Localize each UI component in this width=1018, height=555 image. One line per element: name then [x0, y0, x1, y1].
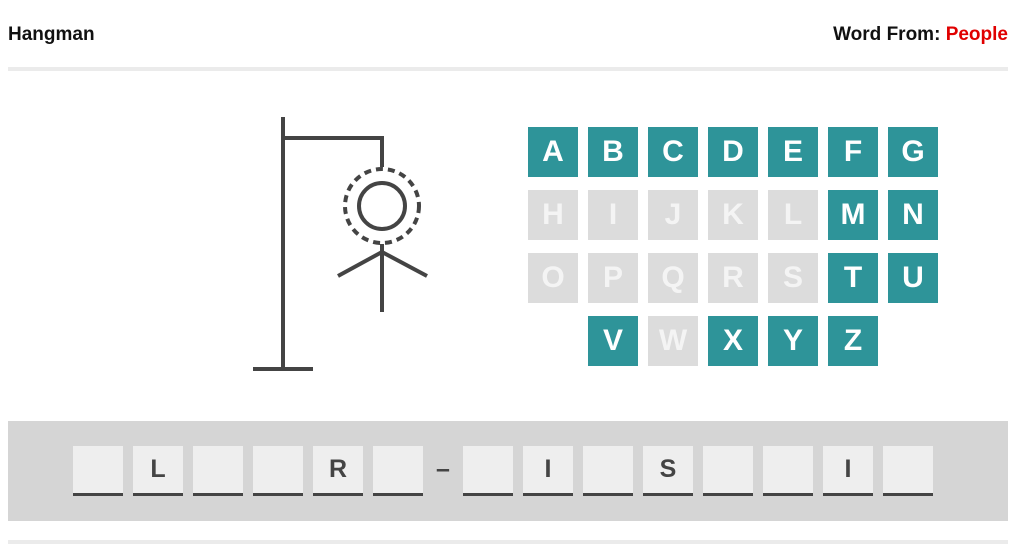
- bottom-divider: [8, 540, 1008, 544]
- letter-key-h[interactable]: H: [528, 190, 578, 240]
- letter-key-b[interactable]: B: [588, 127, 638, 177]
- letter-key-n[interactable]: N: [888, 190, 938, 240]
- letter-slot: [883, 446, 933, 496]
- letter-slot: I: [823, 446, 873, 496]
- letter-key-z[interactable]: Z: [828, 316, 878, 366]
- letter-key-g[interactable]: G: [888, 127, 938, 177]
- letter-key-f[interactable]: F: [828, 127, 878, 177]
- letter-key-w[interactable]: W: [648, 316, 698, 366]
- letter-slot: [73, 446, 123, 496]
- letter-keyboard: ABCDEFG HIJKLMN OPQRSTU VWXYZ: [528, 127, 948, 367]
- stickman-left-arm: [337, 250, 383, 278]
- letter-key-d[interactable]: D: [708, 127, 758, 177]
- letter-key-r[interactable]: R: [708, 253, 758, 303]
- top-divider: [8, 67, 1008, 71]
- letter-key-i[interactable]: I: [588, 190, 638, 240]
- letter-slot: [703, 446, 753, 496]
- letter-key-p[interactable]: P: [588, 253, 638, 303]
- letter-slot: [373, 446, 423, 496]
- letter-key-t[interactable]: T: [828, 253, 878, 303]
- letter-slot: [583, 446, 633, 496]
- word-source-label: Word From:: [833, 24, 941, 45]
- letter-slot: [253, 446, 303, 496]
- head-highlight-ring: [343, 167, 421, 245]
- word-source-category: People: [945, 24, 1008, 45]
- stickman-right-arm: [381, 250, 428, 278]
- letter-slot: R: [313, 446, 363, 496]
- letter-key-s[interactable]: S: [768, 253, 818, 303]
- letter-key-m[interactable]: M: [828, 190, 878, 240]
- letter-key-y[interactable]: Y: [768, 316, 818, 366]
- letter-key-k[interactable]: K: [708, 190, 758, 240]
- letter-slot: [193, 446, 243, 496]
- letter-key-q[interactable]: Q: [648, 253, 698, 303]
- letter-key-v[interactable]: V: [588, 316, 638, 366]
- letter-slot: L: [133, 446, 183, 496]
- letter-key-l[interactable]: L: [768, 190, 818, 240]
- letter-key-u[interactable]: U: [888, 253, 938, 303]
- letter-slot: S: [643, 446, 693, 496]
- letter-key-j[interactable]: J: [648, 190, 698, 240]
- header: Hangman Word From: People: [8, 0, 1008, 68]
- letter-key-o[interactable]: O: [528, 253, 578, 303]
- word-separator: –: [436, 455, 450, 483]
- letter-slot: [763, 446, 813, 496]
- game-title: Hangman: [8, 24, 95, 45]
- letter-key-x[interactable]: X: [708, 316, 758, 366]
- letter-key-a[interactable]: A: [528, 127, 578, 177]
- letter-slot: [463, 446, 513, 496]
- letter-slot: I: [523, 446, 573, 496]
- letter-key-e[interactable]: E: [768, 127, 818, 177]
- word-source: Word From: People: [833, 24, 1008, 46]
- hangman-drawing: [253, 117, 428, 371]
- letter-key-c[interactable]: C: [648, 127, 698, 177]
- stickman-head: [357, 181, 407, 231]
- word-display: L R – I S I: [8, 421, 1008, 521]
